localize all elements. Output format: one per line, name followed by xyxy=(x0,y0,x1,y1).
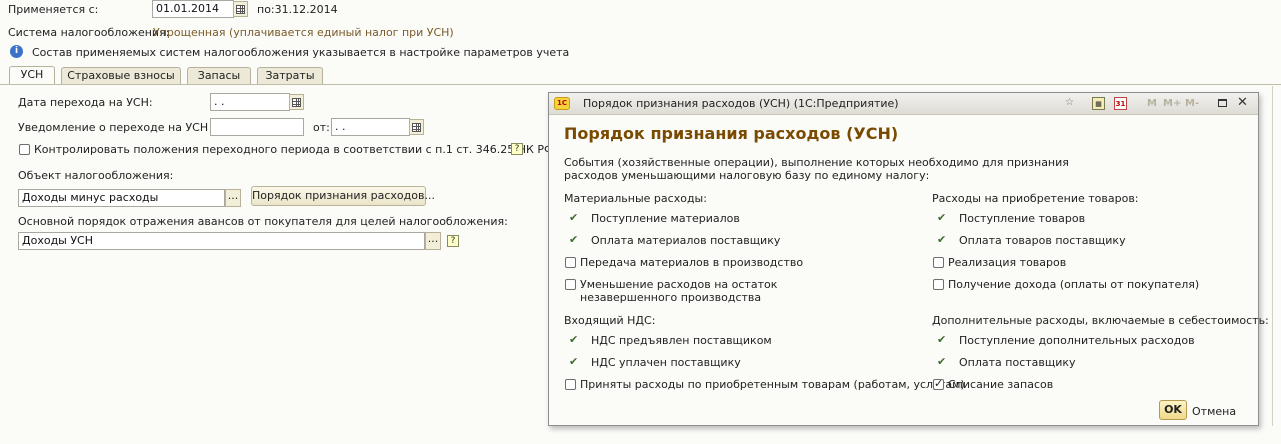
applies-label: Применяется с: xyxy=(8,3,99,16)
goods-item-4: Получение дохода (оплаты от покупателя) xyxy=(948,278,1200,291)
notice-number-field[interactable] xyxy=(210,118,304,136)
goods-item-2: Оплата товаров поставщику xyxy=(959,234,1126,247)
goods-group-title: Расходы на приобретение товаров: xyxy=(932,192,1139,205)
dialog-description-line1: События (хозяйственные операции), выполн… xyxy=(564,156,1069,169)
1c-logo-icon: 1С xyxy=(554,97,570,110)
notice-date-calendar-button[interactable] xyxy=(409,119,424,135)
vat-item-1: НДС предъявлен поставщиком xyxy=(591,334,772,347)
wip-reduction-checkbox[interactable] xyxy=(565,279,576,290)
applies-to-label: по:31.12.2014 xyxy=(257,3,338,16)
info-icon: i xyxy=(10,45,23,58)
calendar-button[interactable] xyxy=(233,1,248,17)
extra-group-title: Дополнительные расходы, включаемые в себ… xyxy=(932,314,1269,327)
goods-item-1: Поступление товаров xyxy=(959,212,1086,225)
advance-select-button[interactable]: ... xyxy=(425,232,441,250)
help-icon[interactable]: ? xyxy=(511,143,523,155)
advance-field[interactable]: Доходы УСН xyxy=(18,232,425,250)
materials-item-1: Поступление материалов xyxy=(591,212,740,225)
checkmark-icon: ✔ xyxy=(569,211,579,224)
checkmark-icon: ✔ xyxy=(937,211,947,224)
checkmark-icon: ✔ xyxy=(937,355,947,368)
help-icon[interactable]: ? xyxy=(447,235,459,247)
tab-insurance[interactable]: Страховые взносы xyxy=(61,67,181,84)
inventory-writeoff-checkbox[interactable] xyxy=(933,377,944,390)
cancel-button[interactable]: Отмена xyxy=(1192,405,1236,418)
calendar-31-icon[interactable]: 31 xyxy=(1114,97,1127,110)
calendar-icon xyxy=(236,4,245,14)
transition-date-label: Дата перехода на УСН: xyxy=(18,96,153,109)
ok-button[interactable]: OK xyxy=(1159,400,1187,420)
calculator-icon[interactable]: ▦ xyxy=(1092,97,1105,110)
materials-group-title: Материальные расходы: xyxy=(564,192,707,205)
close-icon[interactable]: ✕ xyxy=(1236,96,1249,110)
memory-plus-icon[interactable]: M+ xyxy=(1163,98,1181,109)
dialog-titlebar[interactable]: 1С Порядок признания расходов (УСН) (1С:… xyxy=(549,93,1258,115)
checkmark-icon: ✔ xyxy=(937,233,947,246)
scroll-edge xyxy=(1272,86,1273,426)
dialog-description-line2: расходов уменьшающими налоговую базу по … xyxy=(564,169,930,182)
object-select-button[interactable]: ... xyxy=(225,189,241,207)
object-field[interactable]: Доходы минус расходы xyxy=(18,189,225,207)
extra-item-1: Поступление дополнительных расходов xyxy=(959,334,1195,347)
checkmark-icon: ✔ xyxy=(569,333,579,346)
checkmark-icon: ✔ xyxy=(569,355,579,368)
transition-date-calendar-button[interactable] xyxy=(289,94,304,110)
transition-date-field[interactable]: . . xyxy=(210,93,290,111)
vat-item-3: Приняты расходы по приобретенным товарам… xyxy=(580,378,965,391)
notice-date-field[interactable]: . . xyxy=(331,118,410,136)
applies-from-field[interactable]: 01.01.2014 xyxy=(152,0,234,18)
vat-group-title: Входящий НДС: xyxy=(564,314,656,327)
expense-order-button[interactable]: Порядок признания расходов... xyxy=(251,186,435,206)
dialog-window-title: Порядок признания расходов (УСН) (1С:Пре… xyxy=(583,97,899,110)
memory-m-icon[interactable]: M xyxy=(1147,98,1157,109)
tab-divider xyxy=(0,84,1281,85)
materials-item-4: Уменьшение расходов на остаток xyxy=(580,278,778,291)
tab-usn[interactable]: УСН xyxy=(9,66,55,85)
vat-expenses-accepted-checkbox[interactable] xyxy=(565,379,576,390)
calendar-icon xyxy=(292,97,301,107)
tab-inventory[interactable]: Запасы xyxy=(187,67,251,84)
checkmark-icon: ✔ xyxy=(937,333,947,346)
notice-from-label: от: xyxy=(313,121,330,134)
dialog-title: Порядок признания расходов (УСН) xyxy=(564,124,899,143)
star-icon[interactable]: ☆ xyxy=(1063,97,1076,110)
memory-minus-icon[interactable]: M- xyxy=(1185,98,1199,109)
materials-item-3: Передача материалов в производство xyxy=(580,256,804,269)
advance-label: Основной порядок отражения авансов от по… xyxy=(18,215,508,228)
materials-item-4-line2: незавершенного производства xyxy=(580,291,762,304)
notice-label: Уведомление о переходе на УСН №: xyxy=(18,121,227,134)
restore-icon[interactable] xyxy=(1216,97,1229,110)
tab-costs[interactable]: Затраты xyxy=(257,67,323,84)
goods-item-3: Реализация товаров xyxy=(948,256,1067,269)
goods-income-checkbox[interactable] xyxy=(933,279,944,290)
tax-system-value: Упрощенная (уплачивается единый налог пр… xyxy=(153,26,454,39)
object-label: Объект налогообложения: xyxy=(18,169,174,182)
materials-transfer-checkbox[interactable] xyxy=(565,257,576,268)
transition-control-label: Контролировать положения переходного пер… xyxy=(34,143,554,156)
extra-item-2: Оплата поставщику xyxy=(959,356,1076,369)
expense-order-dialog: 1С Порядок признания расходов (УСН) (1С:… xyxy=(548,92,1269,426)
checkmark-icon: ✔ xyxy=(569,233,579,246)
tax-system-label: Система налогообложения: xyxy=(8,26,170,39)
info-text: Состав применяемых систем налогообложени… xyxy=(32,46,570,59)
calendar-icon xyxy=(412,122,421,132)
extra-item-3: Списание запасов xyxy=(948,378,1054,391)
transition-control-checkbox[interactable] xyxy=(19,144,30,155)
vat-item-2: НДС уплачен поставщику xyxy=(591,356,741,369)
goods-sale-checkbox[interactable] xyxy=(933,257,944,268)
materials-item-2: Оплата материалов поставщику xyxy=(591,234,781,247)
